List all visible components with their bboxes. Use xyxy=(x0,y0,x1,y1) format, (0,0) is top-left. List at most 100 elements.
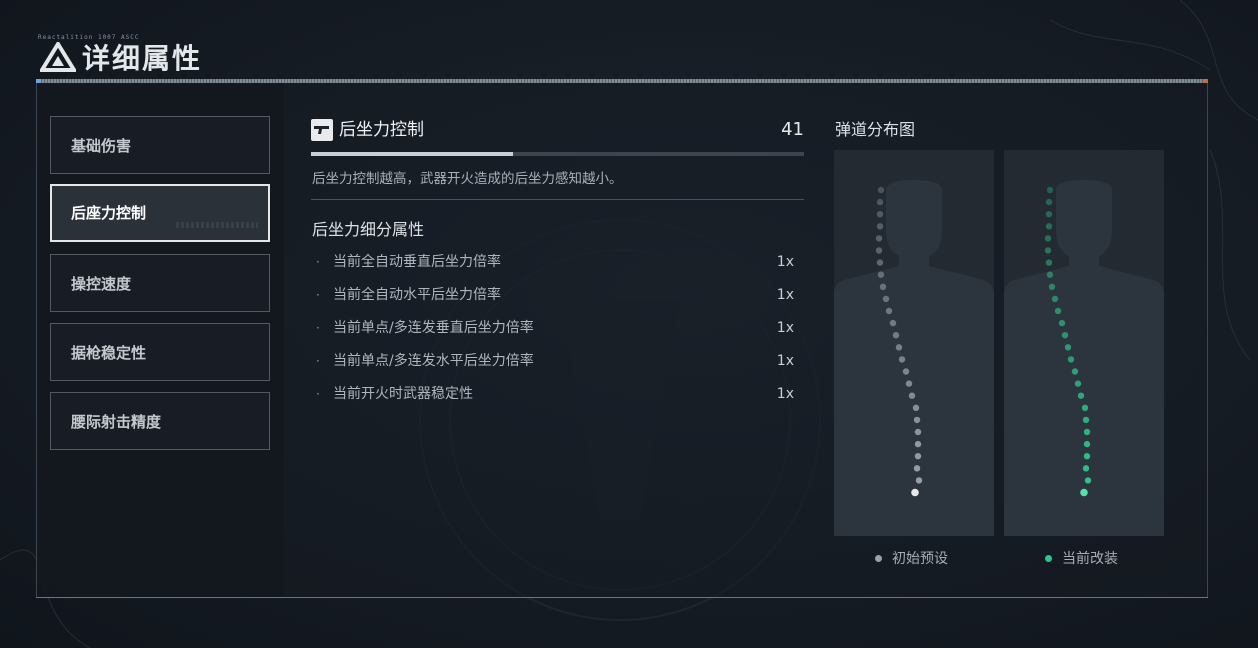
attribute-progress-bar xyxy=(311,152,804,156)
page-title: 详细属性 xyxy=(82,42,203,75)
bullet-icon: · xyxy=(316,321,320,335)
ballistic-dot xyxy=(913,416,921,424)
ballistic-dot xyxy=(1051,295,1059,303)
ballistic-dot xyxy=(1080,488,1088,497)
ballistic-dot xyxy=(877,186,885,194)
panel-bottom-rule xyxy=(36,597,1208,598)
ballistic-dot xyxy=(908,392,916,399)
ballistics-title: 弹道分布图 xyxy=(835,120,916,139)
ballistic-dot xyxy=(1071,368,1079,375)
bullet-icon: · xyxy=(316,255,320,269)
ballistic-dot xyxy=(1046,186,1054,194)
sidebar-item-label: 后座力控制 xyxy=(71,204,147,222)
ballistic-dot xyxy=(1045,198,1053,206)
sub-attribute-value: 1x xyxy=(776,287,794,303)
ballistic-dot xyxy=(1044,247,1052,254)
active-item-decoration xyxy=(176,222,258,228)
ballistic-dot xyxy=(876,211,884,218)
sidebar-item-hipfire-accuracy[interactable]: 腰际射击精度 xyxy=(50,392,270,450)
attribute-progress-fill xyxy=(311,152,514,156)
ballistic-dot xyxy=(877,271,885,278)
sub-attribute-value: 1x xyxy=(776,320,794,336)
ballistic-dot xyxy=(911,488,919,497)
ballistic-dot xyxy=(1048,283,1056,290)
ballistic-dot xyxy=(912,404,920,411)
sub-attribute-value: 1x xyxy=(776,353,794,369)
ballistic-dot xyxy=(876,259,884,266)
ballistic-dot xyxy=(905,380,913,387)
ballistic-dot xyxy=(1083,440,1091,448)
sub-attribute-label: 当前开火时武器稳定性 xyxy=(333,386,473,402)
ballistic-dot xyxy=(913,465,921,472)
ballistics-panel-default xyxy=(834,150,994,536)
sub-attribute-row: · 当前全自动垂直后坐力倍率 1x xyxy=(316,251,794,273)
legend-dot-icon xyxy=(875,555,882,562)
ballistic-dot xyxy=(1067,356,1075,363)
ballistic-dot xyxy=(1046,271,1054,278)
sidebar-item-handling-speed[interactable]: 操控速度 xyxy=(50,254,270,312)
ballistic-dot xyxy=(1081,404,1089,411)
ballistic-dot xyxy=(1083,428,1091,436)
sub-attribute-row: · 当前单点/多连发垂直后坐力倍率 1x xyxy=(316,317,794,339)
ballistic-dot xyxy=(1074,380,1082,387)
legend-dot-icon xyxy=(1045,555,1052,562)
ballistic-dot xyxy=(889,319,897,327)
ballistic-dot xyxy=(1077,392,1085,399)
sub-attribute-row: · 当前全自动水平后坐力倍率 1x xyxy=(316,284,794,306)
ballistic-dot xyxy=(1045,211,1053,218)
ballistic-dot xyxy=(898,356,906,363)
sidebar-item-aim-stability[interactable]: 据枪稳定性 xyxy=(50,323,270,381)
legend-label: 初始预设 xyxy=(892,551,948,567)
triangle-logo-icon xyxy=(40,42,76,72)
ballistic-dot xyxy=(1061,332,1069,339)
ballistic-dot xyxy=(1082,465,1090,472)
ballistic-dot xyxy=(876,198,884,206)
sidebar-item-label: 基础伤害 xyxy=(71,137,132,155)
sub-attribute-value: 1x xyxy=(776,254,794,270)
sidebar-item-recoil-control[interactable]: 后座力控制 xyxy=(50,184,270,242)
attribute-value: 41 xyxy=(781,119,804,140)
ballistic-dot xyxy=(885,307,893,315)
attribute-name: 后坐力控制 xyxy=(339,120,424,140)
pistol-icon xyxy=(311,119,333,141)
attribute-header: 后坐力控制 41 xyxy=(311,118,804,144)
ballistic-dot xyxy=(1045,223,1053,230)
ballistic-dot xyxy=(876,223,884,230)
ballistic-dot xyxy=(1044,235,1052,242)
ballistic-dot xyxy=(1064,344,1072,351)
ballistic-dot xyxy=(1045,259,1053,266)
ballistic-dot xyxy=(892,332,900,339)
ballistic-dot xyxy=(1083,453,1091,460)
sub-attribute-row: · 当前单点/多连发水平后坐力倍率 1x xyxy=(316,350,794,372)
sidebar-item-base-damage[interactable]: 基础伤害 xyxy=(50,116,270,174)
section-divider xyxy=(311,199,804,200)
sidebar-item-label: 腰际射击精度 xyxy=(71,413,162,431)
sub-attribute-label: 当前单点/多连发水平后坐力倍率 xyxy=(333,353,534,369)
ballistic-dot xyxy=(1082,416,1090,424)
sidebar-item-label: 据枪稳定性 xyxy=(71,344,147,362)
ballistic-dot xyxy=(895,344,903,351)
ballistic-dot xyxy=(875,235,883,242)
bullet-icon: · xyxy=(316,354,320,368)
ballistic-dot xyxy=(914,440,922,448)
legend-label: 当前改装 xyxy=(1062,551,1118,567)
ballistic-dot xyxy=(875,247,883,254)
attribute-description: 后坐力控制越高，武器开火造成的后坐力感知越小。 xyxy=(312,171,623,187)
ballistic-dot xyxy=(914,453,922,460)
ballistic-dot xyxy=(1084,477,1092,484)
sub-attribute-label: 当前全自动垂直后坐力倍率 xyxy=(333,254,501,270)
sub-attribute-label: 当前单点/多连发垂直后坐力倍率 xyxy=(333,320,534,336)
sidebar-item-label: 操控速度 xyxy=(71,275,132,293)
ballistic-dot xyxy=(902,368,910,375)
ballistic-dot xyxy=(1054,307,1062,315)
ballistic-dot xyxy=(882,295,890,303)
sub-attribute-value: 1x xyxy=(776,386,794,402)
sub-attributes-title: 后坐力细分属性 xyxy=(312,220,425,239)
ballistic-dot xyxy=(915,477,923,484)
ballistic-dot xyxy=(1058,319,1066,327)
sub-attribute-label: 当前全自动水平后坐力倍率 xyxy=(333,287,501,303)
ballistics-chart xyxy=(834,150,1164,536)
ballistics-panel-current xyxy=(1004,150,1164,536)
bullet-icon: · xyxy=(316,288,320,302)
ballistic-dot xyxy=(914,428,922,436)
